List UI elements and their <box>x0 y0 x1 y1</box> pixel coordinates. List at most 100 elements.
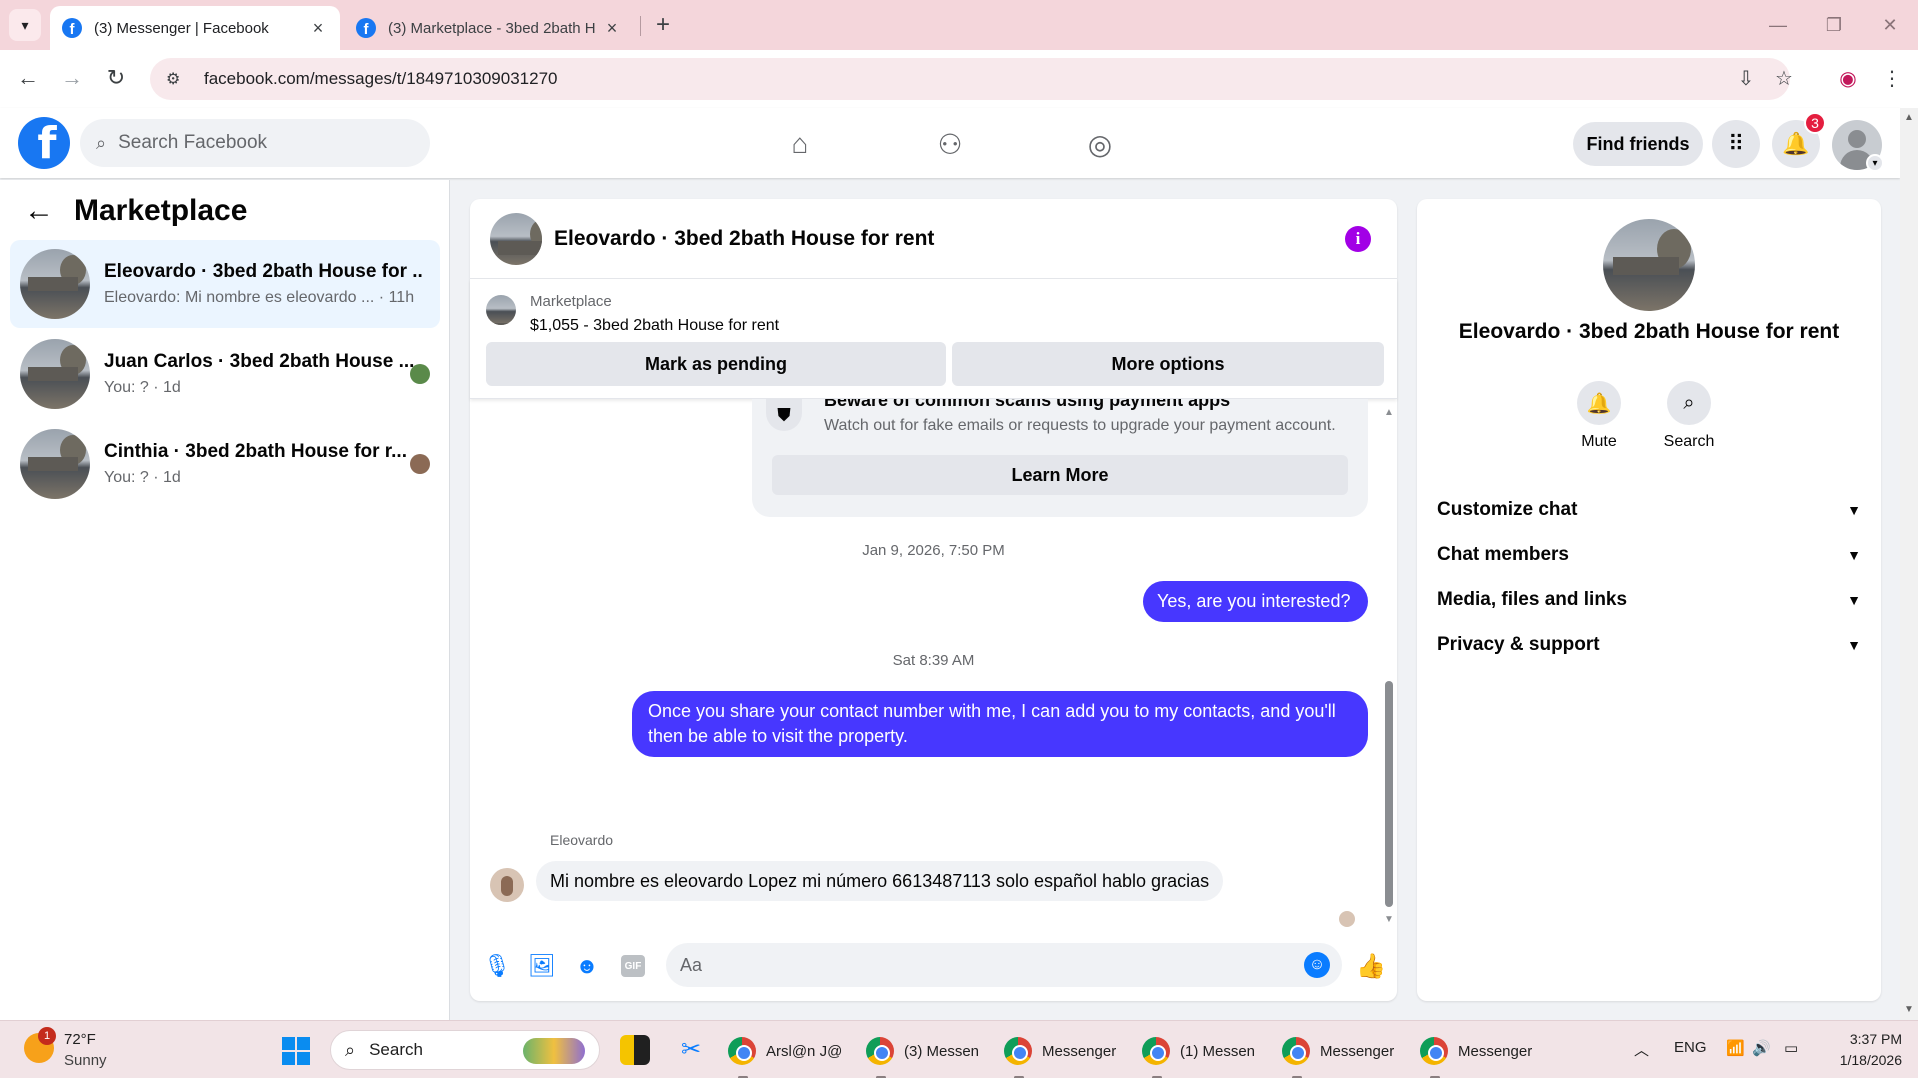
show-hidden-icons-chevron-icon[interactable]: ︿ <box>1634 1039 1649 1060</box>
scrollbar-thumb[interactable] <box>1385 681 1393 907</box>
site-settings-icon[interactable]: ⚙ <box>166 69 190 89</box>
clock-time[interactable]: 3:37 PM <box>1832 1031 1902 1047</box>
media-files-links-section[interactable]: Media, files and links ▼ <box>1437 580 1861 620</box>
weather-condition[interactable]: Sunny <box>64 1052 107 1069</box>
messages-scrollbar[interactable]: ▲ ▼ <box>1381 399 1397 931</box>
chat-item-juan-carlos[interactable]: Juan Carlos · 3bed 2bath House ... You: … <box>10 330 440 418</box>
thumbs-up-icon[interactable]: 👍 <box>1356 951 1386 981</box>
info-icon[interactable]: i <box>1345 226 1371 252</box>
section-label: Privacy & support <box>1437 634 1600 655</box>
listing-thumbnail[interactable] <box>490 212 542 265</box>
groups-icon[interactable]: ◎ <box>1078 122 1122 166</box>
chevron-down-icon: ▼ <box>1847 547 1861 563</box>
restore-icon[interactable]: ❐ <box>1814 10 1854 40</box>
search-icon: ⌕ <box>345 1039 356 1060</box>
taskbar-app-label: Messenger <box>1458 1042 1533 1060</box>
tab-separator <box>640 16 641 36</box>
outgoing-message[interactable]: Yes, are you interested? <box>1143 581 1368 622</box>
install-app-icon[interactable]: ⇩ <box>1730 62 1762 94</box>
taskbar-app-chrome[interactable]: Messenger <box>1420 1029 1533 1078</box>
facebook-search-input[interactable]: ⌕ Search Facebook <box>80 119 430 167</box>
sticky-notes-icon[interactable] <box>620 1035 650 1065</box>
chat-item-cinthia[interactable]: Cinthia · 3bed 2bath House for r... You:… <box>10 420 440 508</box>
friends-icon[interactable]: ⚇ <box>928 122 972 166</box>
scroll-down-icon[interactable]: ▼ <box>1904 1004 1914 1015</box>
conversation-title[interactable]: Eleovardo · 3bed 2bath House for rent <box>554 227 934 251</box>
emoji-icon[interactable]: ☺ <box>1304 952 1330 978</box>
chat-info-name: Eleovardo · 3bed 2bath House for rent <box>1458 320 1840 343</box>
bookmark-star-icon[interactable]: ☆ <box>1768 62 1800 94</box>
taskbar-app-chrome[interactable]: (3) Messen <box>866 1029 979 1078</box>
mute-button[interactable]: 🔔 Mute <box>1559 381 1639 451</box>
taskbar-app-chrome[interactable]: (1) Messen <box>1142 1029 1255 1078</box>
address-bar[interactable]: ⚙ facebook.com/messages/t/18497103090312… <box>150 58 1790 100</box>
browser-menu-icon[interactable]: ⋮ <box>1876 62 1908 94</box>
home-icon[interactable]: ⌂ <box>778 122 822 166</box>
windows-start-icon[interactable] <box>282 1037 310 1065</box>
tab-title: (3) Marketplace - 3bed 2bath H <box>388 19 596 37</box>
close-tab-icon[interactable]: × <box>308 18 328 39</box>
input-language[interactable]: ENG <box>1674 1039 1707 1056</box>
taskbar-search[interactable]: ⌕ Search <box>330 1030 600 1070</box>
customize-chat-section[interactable]: Customize chat ▼ <box>1437 490 1861 530</box>
search-in-chat-button[interactable]: ⌕ Search <box>1649 381 1729 451</box>
clock-date[interactable]: 1/18/2026 <box>1818 1052 1902 1068</box>
facebook-logo[interactable]: f <box>18 117 70 169</box>
gif-icon[interactable]: GIF <box>621 955 645 977</box>
tab-search-button[interactable]: ▾ <box>9 9 41 41</box>
search-label: Search <box>1663 433 1715 450</box>
new-tab-button[interactable]: + <box>648 10 678 40</box>
mark-as-pending-button[interactable]: Mark as pending <box>486 342 946 386</box>
learn-more-button[interactable]: Learn More <box>772 455 1348 495</box>
close-tab-icon[interactable]: × <box>602 18 622 39</box>
listing-title[interactable]: $1,055 - 3bed 2bath House for rent <box>530 317 779 335</box>
listing-thumbnail[interactable] <box>1603 219 1695 311</box>
facebook-favicon-icon: f <box>356 18 376 38</box>
scroll-up-icon[interactable]: ▲ <box>1384 407 1394 418</box>
menu-grid-icon[interactable]: ⠿ <box>1712 120 1760 168</box>
message-input-placeholder: Aa <box>680 954 703 975</box>
message-input[interactable]: Aa ☺ <box>666 943 1342 987</box>
taskbar-app-chrome[interactable]: Arsl@n J@ <box>728 1029 842 1078</box>
weather-temperature[interactable]: 72°F <box>64 1031 96 1048</box>
taskbar-app-chrome[interactable]: Messenger <box>1282 1029 1394 1078</box>
find-friends-button[interactable]: Find friends <box>1573 122 1703 166</box>
more-options-button[interactable]: More options <box>952 342 1384 386</box>
battery-icon[interactable]: ▭ <box>1784 1039 1798 1057</box>
facebook-favicon-icon: f <box>62 18 82 38</box>
scroll-up-icon[interactable]: ▲ <box>1904 112 1914 123</box>
chat-members-section[interactable]: Chat members ▼ <box>1437 535 1861 575</box>
read-receipt-avatar <box>410 454 430 474</box>
microphone-icon[interactable]: 🎙 <box>482 951 512 981</box>
tab-title: (3) Messenger | Facebook <box>94 19 269 37</box>
snipping-tool-icon[interactable]: ✂ <box>676 1035 706 1065</box>
chat-name: Cinthia · 3bed 2bath House for r... <box>104 441 407 462</box>
minimize-icon[interactable]: — <box>1758 10 1798 40</box>
outgoing-message[interactable]: Once you share your contact number with … <box>632 691 1368 757</box>
scroll-down-icon[interactable]: ▼ <box>1384 914 1394 925</box>
chat-name: Juan Carlos · 3bed 2bath House ... <box>104 351 415 372</box>
chrome-icon <box>1004 1037 1032 1065</box>
sticker-icon[interactable]: ☻ <box>572 951 602 981</box>
chevron-down-icon[interactable]: ▾ <box>1866 154 1884 172</box>
back-arrow-icon[interactable]: ← <box>24 194 54 228</box>
page-scrollbar[interactable]: ▲ ▼ <box>1900 108 1918 1020</box>
volume-icon[interactable]: 🔊 <box>1752 1039 1771 1057</box>
reload-icon[interactable]: ↻ <box>100 62 132 94</box>
privacy-support-section[interactable]: Privacy & support ▼ <box>1437 625 1861 665</box>
search-highlight-icon <box>523 1038 585 1064</box>
taskbar-app-chrome[interactable]: Messenger <box>1004 1029 1117 1078</box>
profile-icon[interactable]: ◉ <box>1832 62 1864 94</box>
browser-tab-messenger[interactable]: f (3) Messenger | Facebook × <box>50 6 340 50</box>
chat-item-eleovardo[interactable]: Eleovardo · 3bed 2bath House for ... Ele… <box>10 240 440 328</box>
scam-warning-card: ⛊ Beware of common scams using payment a… <box>752 399 1368 517</box>
incoming-message[interactable]: Mi nombre es eleovardo Lopez mi número 6… <box>536 861 1224 901</box>
taskbar-app-label: Messenger <box>1042 1042 1117 1060</box>
photo-icon[interactable]: 🖼 <box>527 951 557 981</box>
browser-tab-marketplace[interactable]: f (3) Marketplace - 3bed 2bath H × <box>344 6 634 50</box>
sender-avatar[interactable] <box>490 868 524 902</box>
forward-icon[interactable]: → <box>56 62 88 94</box>
close-window-icon[interactable]: ✕ <box>1870 10 1910 40</box>
back-icon[interactable]: ← <box>12 62 44 94</box>
wifi-icon[interactable]: 📶 <box>1726 1039 1745 1057</box>
